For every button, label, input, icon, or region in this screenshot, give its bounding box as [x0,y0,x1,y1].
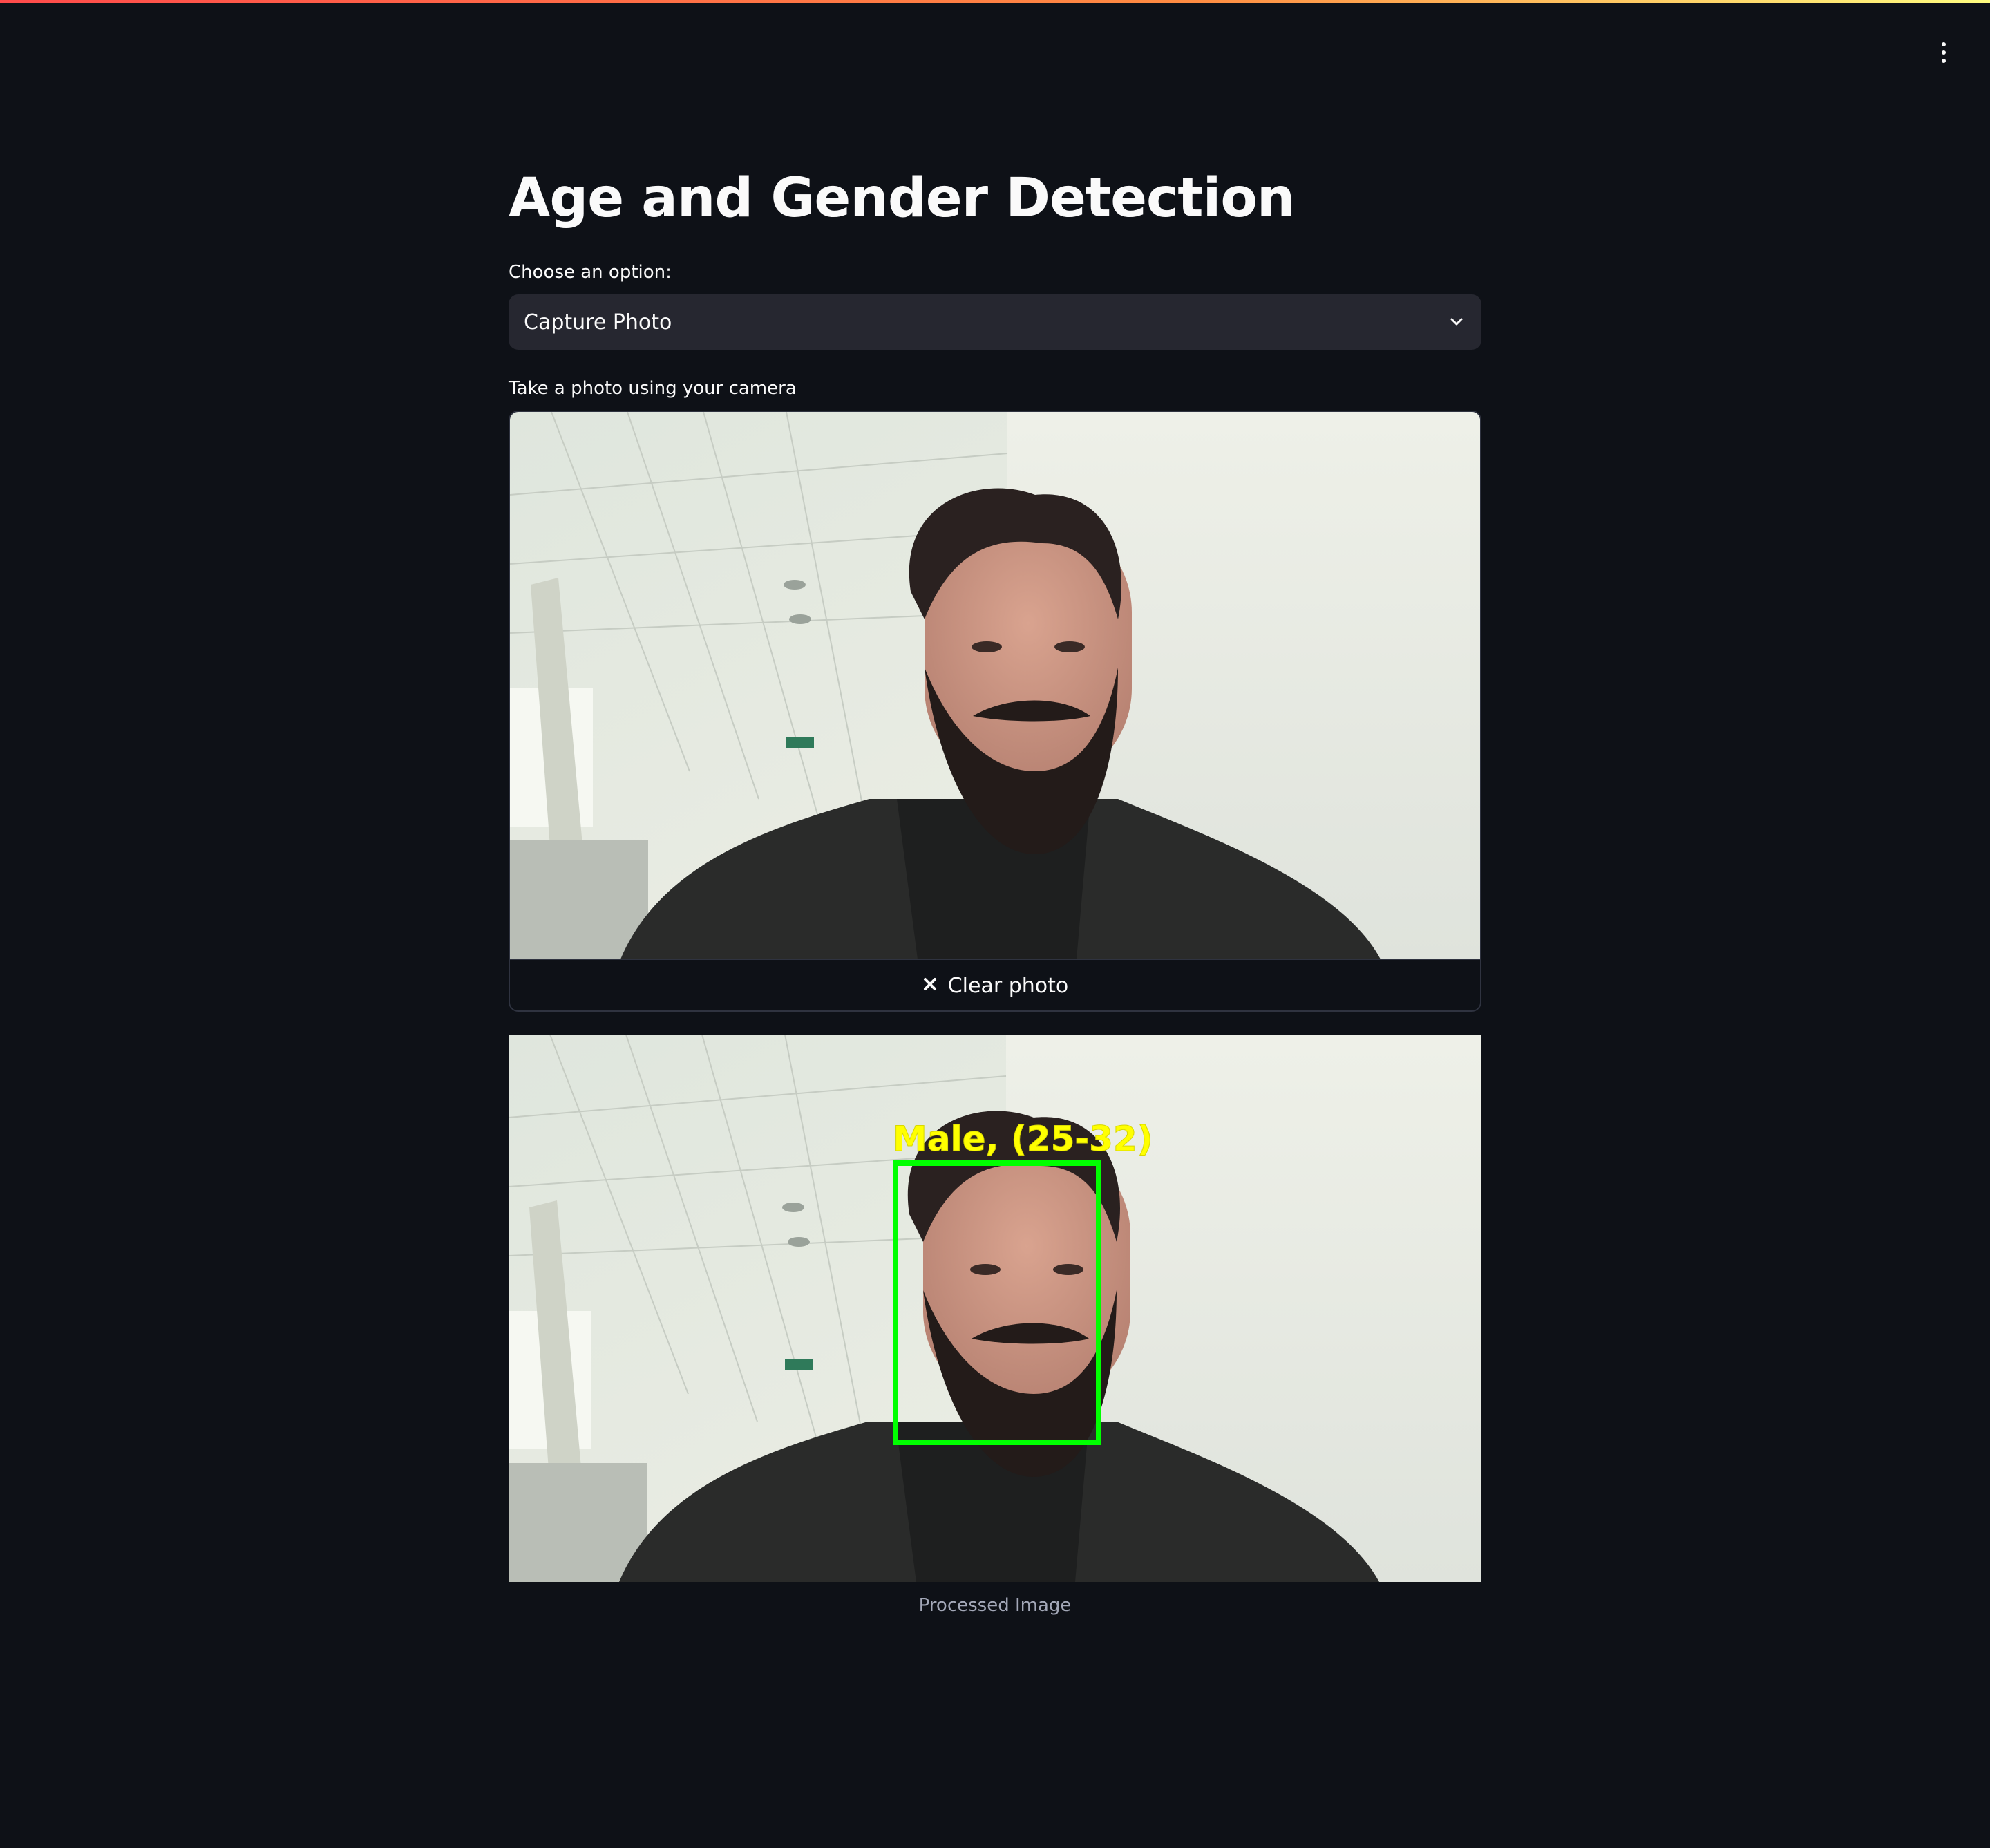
close-icon [922,974,938,998]
detection-label: Male, (25-32) [893,1119,1153,1159]
processed-image: Male, (25-32) [509,1035,1481,1582]
app-header [0,3,1990,83]
clear-photo-label: Clear photo [947,973,1069,998]
main-menu-button[interactable] [1933,39,1954,66]
option-select[interactable]: Capture Photo [509,294,1481,350]
chevron-down-icon [1447,312,1466,332]
page-title: Age and Gender Detection [509,167,1295,229]
processed-image-caption: Processed Image [918,1595,1072,1616]
clear-photo-button[interactable]: Clear photo [510,959,1480,1010]
option-select-label: Choose an option: [509,262,672,283]
camera-input: Clear photo [509,411,1481,1012]
vertical-dots-icon [1942,42,1946,46]
camera-input-label: Take a photo using your camera [509,378,797,399]
option-select-value: Capture Photo [524,310,672,334]
captured-photo [510,412,1480,959]
